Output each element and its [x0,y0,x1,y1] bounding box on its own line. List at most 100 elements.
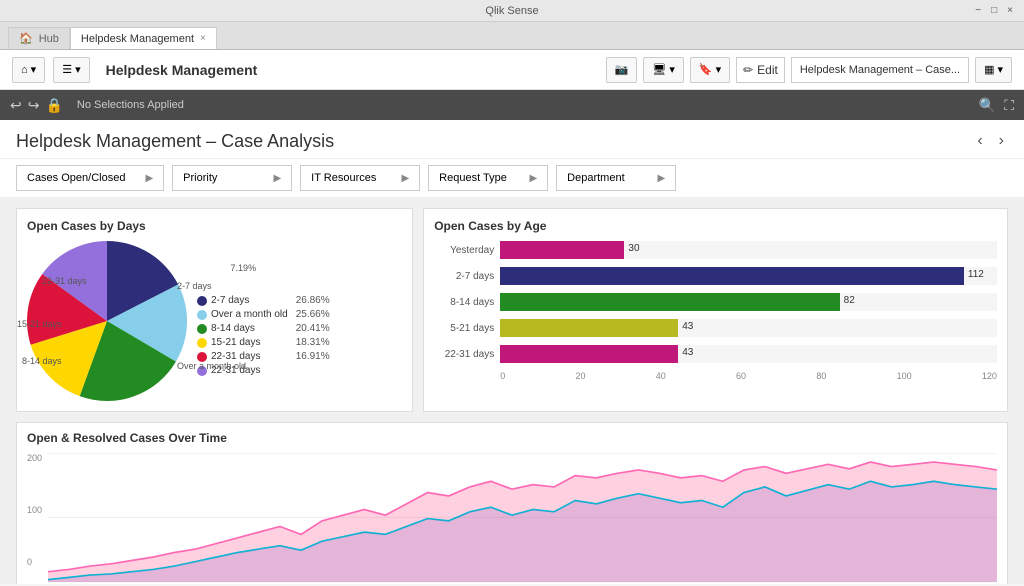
filter-label-0: Cases Open/Closed [27,172,125,184]
bar-fill-2 [500,293,839,311]
bar-track-3: 43 [500,319,997,337]
list-dropdown-icon: ▾ [75,63,81,76]
grid-btn[interactable]: ▦ ▾ [975,57,1012,83]
search-icon[interactable]: 🔍 [979,97,996,114]
bar-label-3: 5-21 days [434,323,494,334]
selection-text: No Selections Applied [77,99,184,111]
filter-label-1: Priority [183,172,217,184]
forward-icon[interactable]: ↪ [28,97,40,114]
minimize-btn[interactable]: − [972,5,984,16]
camera-icon: 📷 [615,63,629,76]
bar-fill-4 [500,345,678,363]
bar-chart-title: Open Cases by Age [434,219,997,233]
legend-item-4: 22-31 days 16.91% [197,351,330,362]
bookmark-btn[interactable]: 🔖 ▾ [690,57,730,83]
filter-cases-open-closed[interactable]: Cases Open/Closed ▶ [16,165,164,191]
page-nav: ‹ › [973,130,1008,152]
selection-icons: ↩ ↪ 🔒 [10,97,63,114]
selection-bar: ↩ ↪ 🔒 No Selections Applied 🔍 ⛶ [0,90,1024,120]
line-chart-panel: Open & Resolved Cases Over Time 200 100 … [16,422,1008,584]
window-controls[interactable]: − □ × [972,5,1016,16]
bar-fill-1 [500,267,964,285]
charts-top-row: Open Cases by Days [16,208,1008,412]
bar-row-1: 2-7 days 112 [434,267,997,285]
list-icon: ☰ [62,63,72,76]
legend-dot-1 [197,310,207,320]
expand-icon[interactable]: ⛶ [1004,97,1014,114]
tab-close-btn[interactable]: × [200,33,206,44]
bar-row-3: 5-21 days 43 [434,319,997,337]
tab-helpdesk[interactable]: Helpdesk Management × [70,27,217,49]
line-chart-svg [48,453,997,583]
filter-arrow-2: ▶ [401,173,409,184]
filter-arrow-1: ▶ [273,173,281,184]
bar-axis: 0 20 40 60 80 100 120 [500,371,997,381]
line-chart-title: Open & Resolved Cases Over Time [27,431,997,445]
filter-department[interactable]: Department ▶ [556,165,676,191]
legend-dot-5 [197,366,207,376]
edit-label: Edit [757,63,778,77]
bar-track-1: 112 [500,267,997,285]
filter-it-resources[interactable]: IT Resources ▶ [300,165,420,191]
legend-dot-3 [197,338,207,348]
bookmark-icon: 🔖 [699,63,713,76]
bar-fill-0 [500,241,624,259]
pie-legend: 7.19% 2-7 days 26.86% Over a month old 2… [197,263,330,379]
maximize-btn[interactable]: □ [988,5,1000,16]
bar-track-4: 43 [500,345,997,363]
line-chart-body: 200 100 0 [27,453,997,583]
y-axis: 200 100 0 [27,453,42,583]
next-page-btn[interactable]: › [995,130,1008,152]
pie-chart-title: Open Cases by Days [27,219,402,233]
bar-label-4: 22-31 days [434,349,494,360]
page-header: Helpdesk Management – Case Analysis ‹ › [0,120,1024,159]
legend-dot-4 [197,352,207,362]
prev-page-btn[interactable]: ‹ [973,130,986,152]
filter-label-4: Department [567,172,624,184]
bar-track-2: 82 [500,293,997,311]
legend-item-3: 15-21 days 18.31% [197,337,330,348]
edit-btn[interactable]: ✏ Edit [736,57,785,83]
helpdesk-tab-label: Helpdesk Management [81,33,194,45]
app-title: Helpdesk Management [106,62,258,78]
legend-dot-0 [197,296,207,306]
main-content: Open Cases by Days [0,198,1024,584]
bar-chart-panel: Open Cases by Age Yesterday 30 2-7 days … [423,208,1008,412]
home-icon: ⌂ [21,64,28,76]
camera-btn[interactable]: 📷 [606,57,638,83]
back-icon[interactable]: ↩ [10,97,22,114]
filter-arrow-4: ▶ [657,173,665,184]
grid-icon: ▦ [984,63,994,76]
screen-icon: 🖥 [652,63,666,76]
screen-btn[interactable]: 🖥 ▾ [643,57,684,83]
bar-value-1: 112 [968,269,984,280]
close-btn[interactable]: × [1004,5,1016,16]
legend-item-1: Over a month old 25.66% [197,309,330,320]
home-btn[interactable]: ⌂ ▾ [12,57,45,83]
qlik-sense-title: Qlik Sense [485,5,538,17]
tab-hub-label: Hub [39,33,59,45]
legend-item-2: 8-14 days 20.41% [197,323,330,334]
legend-item-5: 22-31 days [197,365,330,376]
screen-dropdown: ▾ [669,63,675,76]
lock-icon[interactable]: 🔒 [45,97,62,114]
bar-value-4: 43 [682,347,693,358]
tab-hub[interactable]: 🏠 Hub [8,27,70,49]
list-btn[interactable]: ☰ ▾ [53,57,89,83]
filter-request-type[interactable]: Request Type ▶ [428,165,548,191]
toolbar: ⌂ ▾ ☰ ▾ Helpdesk Management 📷 🖥 ▾ 🔖 ▾ ✏ … [0,50,1024,90]
filter-priority[interactable]: Priority ▶ [172,165,292,191]
bar-track-0: 30 [500,241,997,259]
filter-label-3: Request Type [439,172,507,184]
bar-value-2: 82 [844,295,855,306]
bar-row-0: Yesterday 30 [434,241,997,259]
bar-label-0: Yesterday [434,245,494,256]
bar-chart-container: Yesterday 30 2-7 days 112 8-14 days [434,241,997,401]
app-name-display: Helpdesk Management – Case... [791,57,969,83]
bar-value-3: 43 [682,321,693,332]
hub-icon: 🏠 [19,32,33,45]
bar-row-2: 8-14 days 82 [434,293,997,311]
title-bar: Qlik Sense − □ × [0,0,1024,22]
legend-dot-2 [197,324,207,334]
grid-dropdown: ▾ [997,63,1003,76]
